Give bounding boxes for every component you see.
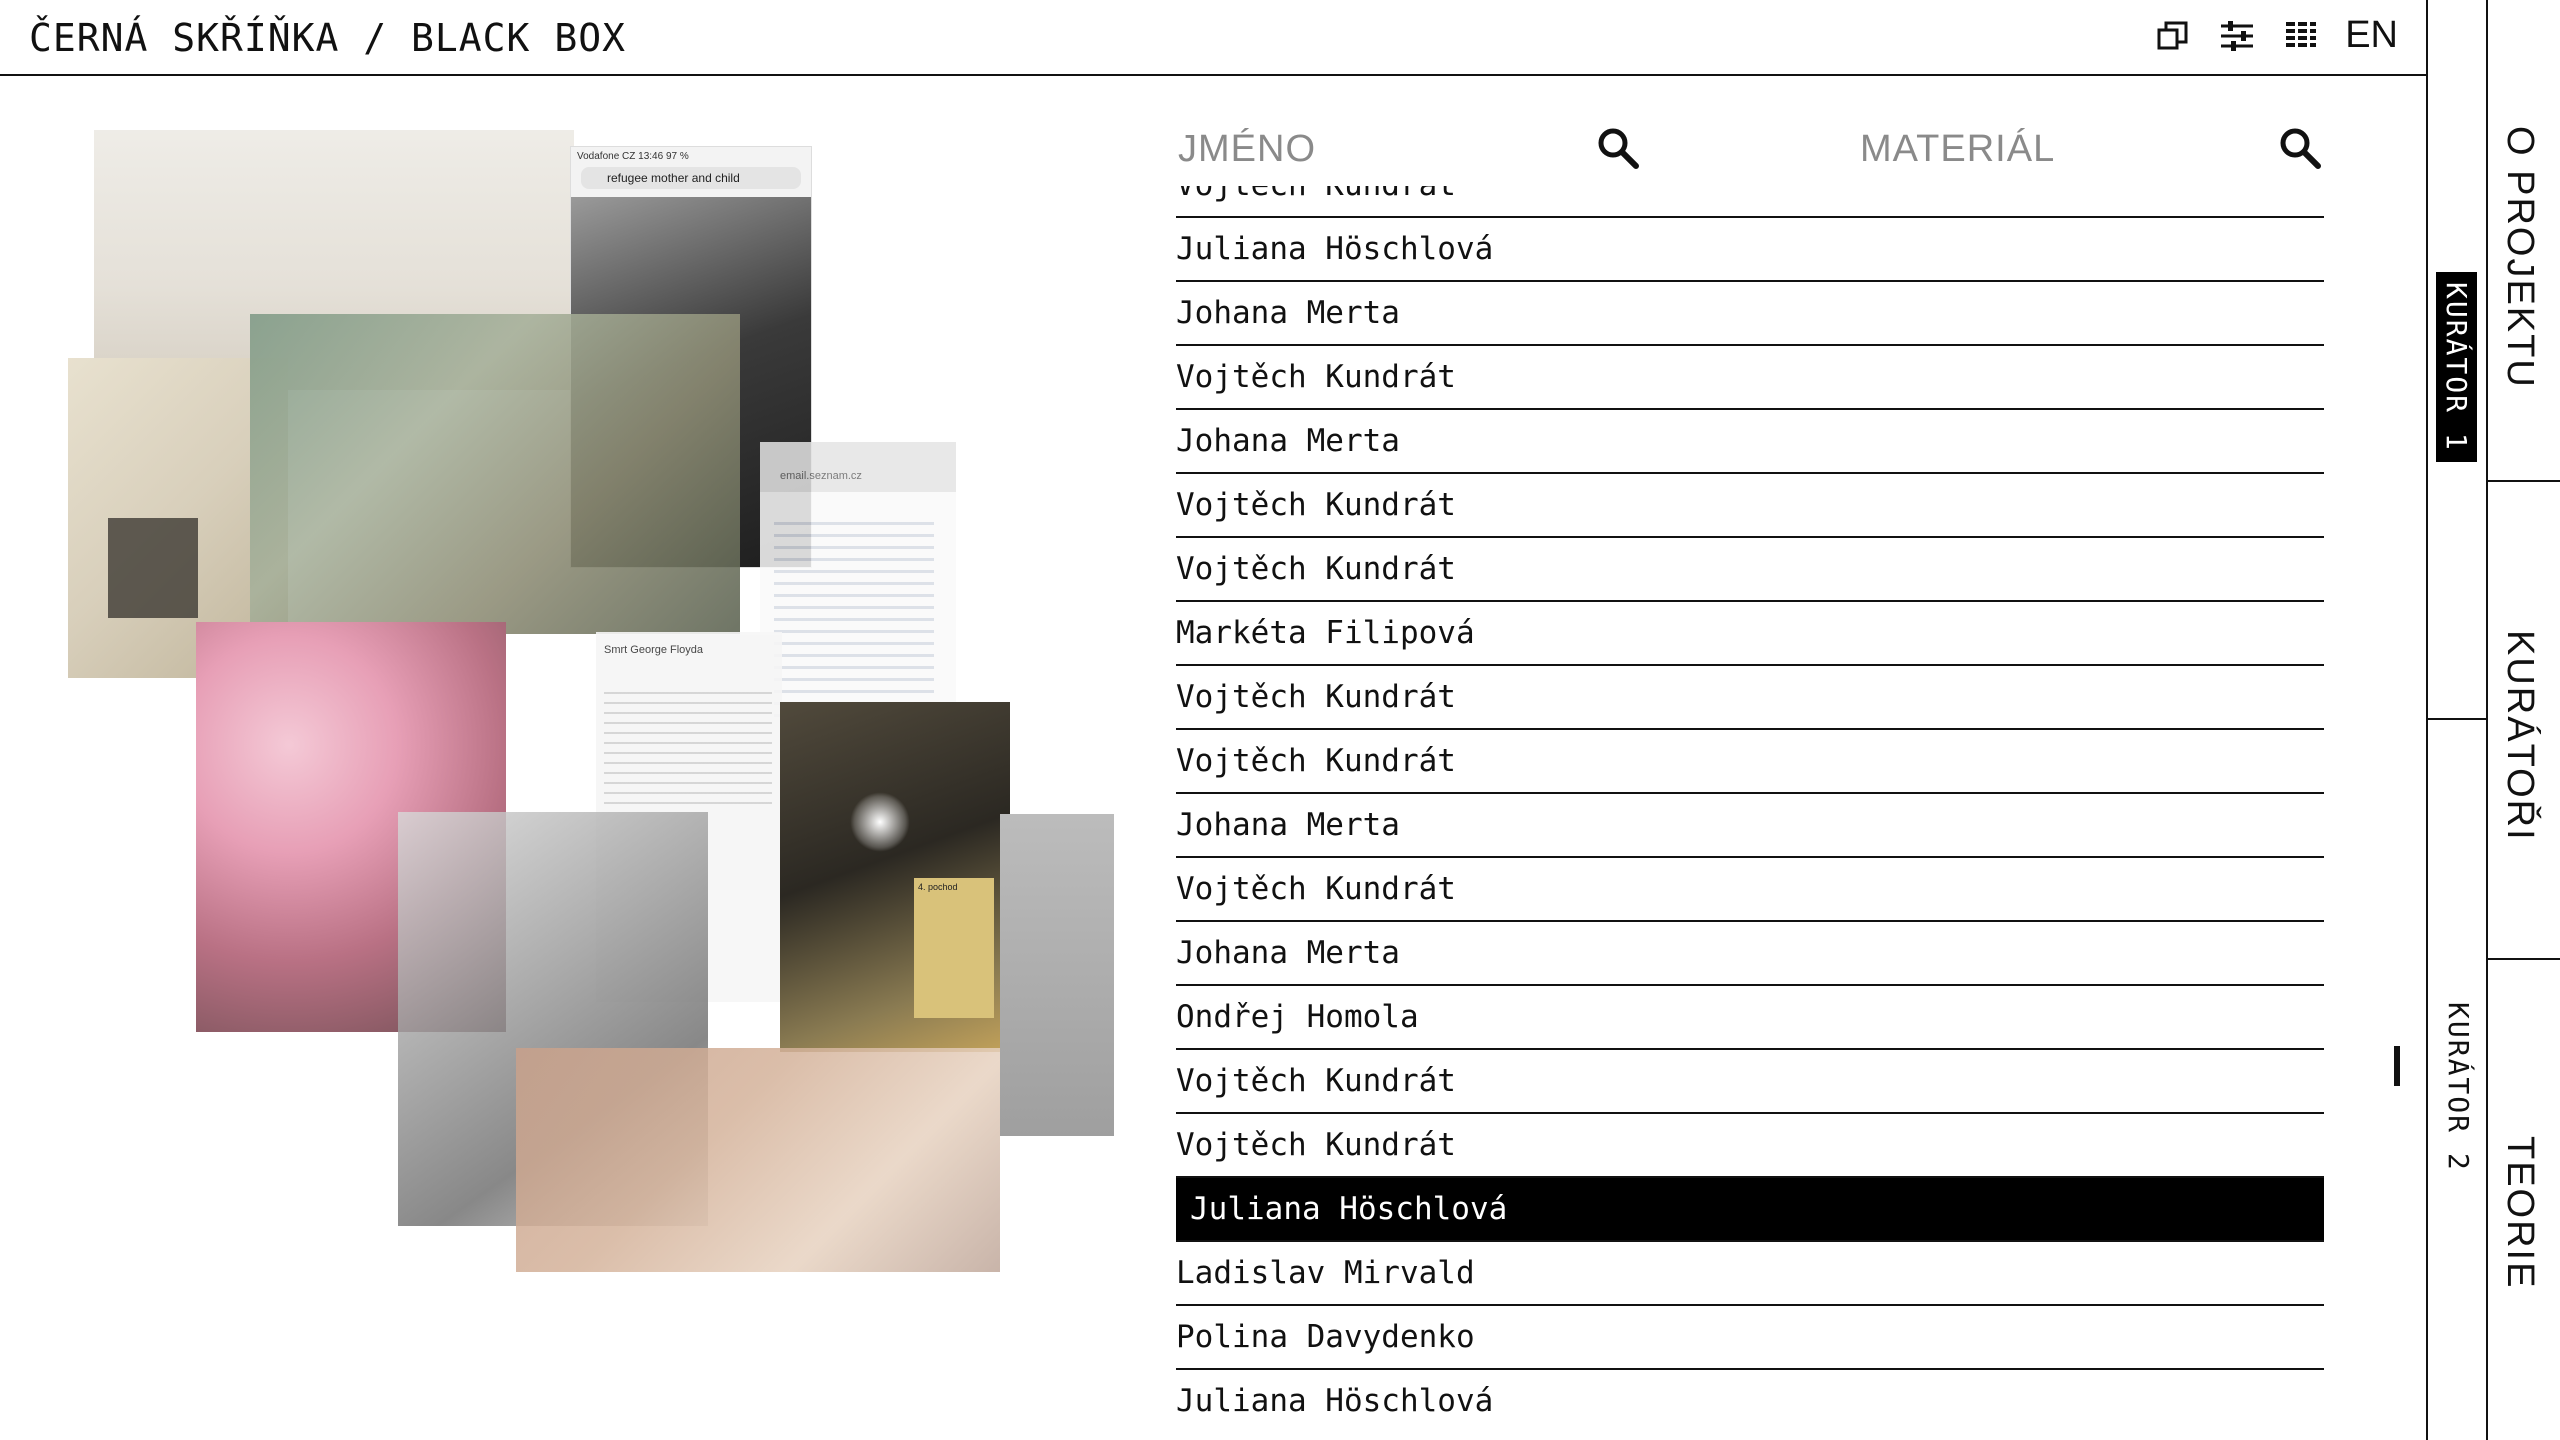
- list-item[interactable]: Vojtěch Kundrát: [1176, 538, 2324, 602]
- nav-curator-1[interactable]: KURÁTOR 1: [2436, 272, 2477, 462]
- phone-search-field: refugee mother and child: [581, 167, 801, 189]
- list-item[interactable]: Johana Merta: [1176, 410, 2324, 474]
- list-item[interactable]: Vojtěch Kundrát: [1176, 186, 2324, 218]
- windows-icon[interactable]: [2153, 16, 2193, 56]
- list-item[interactable]: Juliana Höschlová: [1176, 1178, 2324, 1242]
- list-item[interactable]: Ladislav Mirvald: [1176, 1242, 2324, 1306]
- material-collage: Vodafone CZ 13:46 97 % refugee mother an…: [60, 120, 1120, 1280]
- nav-separator: [2428, 718, 2488, 720]
- grid-columns-icon[interactable]: [2281, 16, 2321, 56]
- email-screenshot[interactable]: email.seznam.cz: [760, 442, 956, 742]
- name-list-viewport[interactable]: Vojtěch KundrátJuliana HöschlováJohana M…: [1176, 186, 2324, 1412]
- name-search-label[interactable]: JMÉNO: [1178, 128, 1316, 171]
- list-item[interactable]: Vojtěch Kundrát: [1176, 346, 2324, 410]
- list-item[interactable]: Markéta Filipová: [1176, 602, 2324, 666]
- list-item[interactable]: Vojtěch Kundrát: [1176, 858, 2324, 922]
- sliders-icon[interactable]: [2217, 16, 2257, 56]
- nav-about-project[interactable]: O PROJEKTU: [2498, 126, 2541, 389]
- name-list: Vojtěch KundrátJuliana HöschlováJohana M…: [1176, 186, 2324, 1412]
- list-item[interactable]: Juliana Höschlová: [1176, 218, 2324, 282]
- greenhouse-photo[interactable]: [250, 314, 740, 634]
- email-header: email.seznam.cz: [780, 470, 862, 482]
- scrollbar-thumb[interactable]: [2394, 1046, 2400, 1086]
- top-header: ČERNÁ SKŘÍŇKA / BLACK BOX EN: [0, 0, 2428, 76]
- portrait-photo[interactable]: [516, 1048, 1000, 1272]
- phone-status-bar: Vodafone CZ 13:46 97 %: [577, 151, 689, 162]
- list-item[interactable]: Polina Davydenko: [1176, 1306, 2324, 1370]
- list-item[interactable]: Johana Merta: [1176, 282, 2324, 346]
- list-item[interactable]: Vojtěch Kundrát: [1176, 474, 2324, 538]
- nav-divider-line: [2486, 0, 2488, 1440]
- list-item[interactable]: Ondřej Homola: [1176, 986, 2324, 1050]
- article-title: Smrt George Floyda: [604, 644, 704, 656]
- material-search-icon[interactable]: [2276, 124, 2324, 172]
- site-title[interactable]: ČERNÁ SKŘÍŇKA / BLACK BOX: [29, 16, 626, 60]
- list-item[interactable]: Vojtěch Kundrát: [1176, 1114, 2324, 1178]
- nav-curators[interactable]: KURÁTOŘI: [2498, 630, 2541, 842]
- list-item[interactable]: Vojtěch Kundrát: [1176, 1050, 2324, 1114]
- nav-separator: [2486, 958, 2560, 960]
- nav-separator: [2486, 480, 2560, 482]
- material-search-label[interactable]: MATERIÁL: [1860, 128, 2055, 171]
- name-search-icon[interactable]: [1594, 124, 1642, 172]
- nav-curator-2[interactable]: KURÁTOR 2: [2442, 1002, 2475, 1172]
- search-row: JMÉNO MATERIÁL: [1176, 120, 2324, 184]
- header-tools: EN: [2153, 14, 2398, 57]
- language-switch[interactable]: EN: [2345, 14, 2398, 57]
- list-item[interactable]: Vojtěch Kundrát: [1176, 666, 2324, 730]
- nav-divider-line: [2426, 0, 2428, 1440]
- elevator-note: 4. pochod: [914, 878, 994, 1018]
- list-item[interactable]: Vojtěch Kundrát: [1176, 730, 2324, 794]
- list-item[interactable]: Johana Merta: [1176, 922, 2324, 986]
- wall-photo[interactable]: [1000, 814, 1114, 1136]
- list-item[interactable]: Johana Merta: [1176, 794, 2324, 858]
- elevator-photo[interactable]: 4. pochod: [780, 702, 1010, 1052]
- nav-theory[interactable]: TEORIE: [2498, 1136, 2541, 1289]
- list-item[interactable]: Juliana Höschlová: [1176, 1370, 2324, 1412]
